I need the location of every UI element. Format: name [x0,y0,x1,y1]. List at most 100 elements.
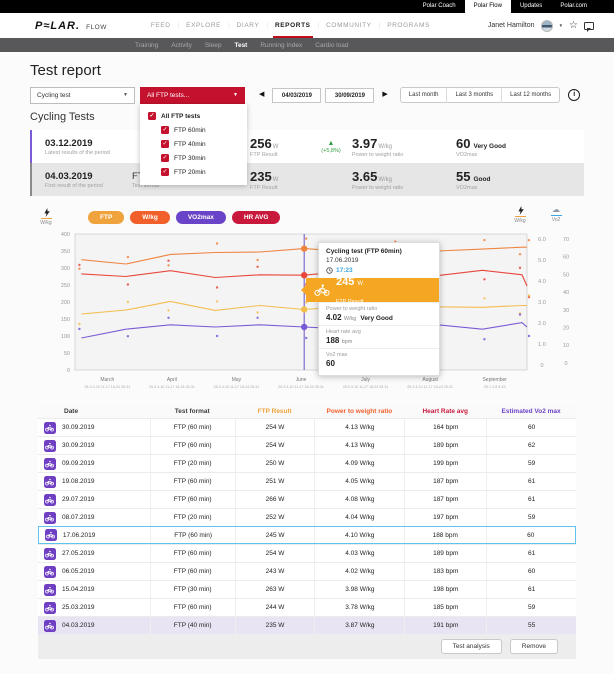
axis-tick: 60 [563,255,569,261]
nav-item-programs[interactable]: PROGRAMS [383,13,434,38]
cyclist-icon [45,460,54,468]
selected-point-w-kg[interactable] [301,245,307,251]
favorites-star-icon[interactable]: ☆ [569,21,578,31]
checkbox-checked-icon[interactable]: ✓ [148,112,156,120]
nav-item-feed[interactable]: FEED [147,13,175,38]
avatar[interactable] [541,20,553,32]
row-test-format: FTP (60 min) [150,437,235,454]
dropdown-option-ftp-60min[interactable]: ✓FTP 60min [140,123,247,137]
table-row[interactable]: 29.07.2019FTP (60 min)266 W4.08 W/kg187 … [38,490,576,508]
scatter-point-vo2max [519,313,521,315]
subnav-item-running-index[interactable]: Running Index [260,42,302,49]
quick-range-last-12-months[interactable]: Last 12 months [501,88,559,103]
checkbox-checked-icon[interactable]: ✓ [161,168,169,176]
topbar-tab-updates[interactable]: Updates [511,0,551,13]
checkbox-checked-icon[interactable]: ✓ [161,140,169,148]
scatter-point-hr-avg [216,286,218,288]
checkbox-checked-icon[interactable]: ✓ [161,126,169,134]
subnav-item-sleep[interactable]: Sleep [205,42,222,49]
prev-period-button[interactable]: ◀ [253,87,270,103]
legend-pill-vo2max[interactable]: VO2max [176,211,226,224]
row-estimated-vo2: 59 [486,509,576,526]
scatter-point-vo2max [127,335,129,337]
nav-item-reports[interactable]: REPORTS [271,13,315,38]
topbar-tab-polar-coach[interactable]: Polar Coach [414,0,465,13]
row-heart-rate-avg: 199 bpm [404,455,486,472]
test-type-select[interactable]: All FTP tests... ▼ [140,87,245,104]
table-row[interactable]: 08.07.2019FTP (20 min)252 W4.04 W/kg197 … [38,508,576,526]
legend-pill-w-kg[interactable]: W/kg [130,211,170,224]
axis-tick: 40 [563,290,569,296]
axis-tick: 20 [563,326,569,332]
quick-range-group: Last monthLast 3 monthsLast 12 months [400,87,560,103]
plot-area[interactable] [75,234,527,370]
quick-range-last-3-months[interactable]: Last 3 months [446,88,501,103]
nav-item-community[interactable]: COMMUNITY [322,13,375,38]
nav-item-diary[interactable]: DIARY [233,13,264,38]
cycling-sport-icon [44,584,56,596]
table-row[interactable]: 30.09.2019FTP (60 min)254 W4.13 W/kg189 … [38,436,576,454]
row-sport-cell [38,473,62,490]
cycling-sport-icon [44,458,56,470]
feedback-chat-icon[interactable] [584,22,594,30]
sport-select[interactable]: Cycling test ▼ [30,87,135,104]
polar-logo[interactable]: P≈LAR.FLOW [35,20,107,32]
row-ftp-result: 235 W [235,617,315,634]
cycling-sport-icon [44,620,56,632]
axis-tick: April [167,377,177,383]
test-analysis-button[interactable]: Test analysis [441,639,502,654]
topbar-tab-polar-flow[interactable]: Polar Flow [465,0,511,13]
user-menu-caret-icon[interactable]: ▼ [559,23,563,28]
info-button[interactable]: i [568,89,580,101]
subnav-item-cardio-load[interactable]: Cardio load [315,42,348,49]
nav-item-explore[interactable]: EXPLORE [182,13,225,38]
date-from-input[interactable]: 04/03/2019 [272,88,321,103]
table-row[interactable]: 09.09.2019FTP (20 min)250 W4.09 W/kg199 … [38,454,576,472]
row-estimated-vo2: 61 [486,491,576,508]
next-period-button[interactable]: ▶ [376,87,393,103]
table-row[interactable]: 19.08.2019FTP (60 min)251 W4.05 W/kg187 … [38,472,576,490]
checkbox-checked-icon[interactable]: ✓ [161,154,169,162]
summary-wkg: 3.97 [352,136,377,151]
summary-ftp: 256 [250,136,272,151]
axis-tick: 0 [564,361,567,367]
dropdown-option-ftp-30min[interactable]: ✓FTP 30min [140,151,247,165]
table-row[interactable]: 27.05.2019FTP (60 min)254 W4.03 W/kg189 … [38,544,576,562]
row-power-to-weight: 4.03 W/kg [314,545,404,562]
row-test-format: FTP (30 min) [150,581,235,598]
legend-pill-ftp[interactable]: FTP [88,211,124,224]
axis-tick: 25-3 4-10 11-17 18-24 25-31 [84,385,130,389]
table-row[interactable]: 15.04.2019FTP (30 min)263 W3.98 W/kg198 … [38,580,576,598]
subnav-item-activity[interactable]: Activity [171,42,192,49]
table-row[interactable]: 06.05.2019FTP (60 min)243 W4.02 W/kg183 … [38,562,576,580]
cloud-icon: ☁ [552,206,560,214]
topbar-tab-polar-com[interactable]: Polar.com [551,0,596,13]
dropdown-option-ftp-20min[interactable]: ✓FTP 20min [140,165,247,179]
chart-tooltip: Cycling test (FTP 60min) 17.06.2019 17:2… [318,242,440,376]
cycling-sport-icon [44,566,56,578]
subnav-item-test[interactable]: Test [234,42,247,49]
axis-tick: July [361,377,370,383]
table-row[interactable]: 30.09.2019FTP (60 min)254 W4.13 W/kg164 … [38,418,576,436]
row-estimated-vo2: 61 [486,581,576,598]
quick-range-last-month[interactable]: Last month [401,88,447,103]
table-row[interactable]: 17.06.2019FTP (60 min)245 W4.10 W/kg188 … [38,526,576,544]
dropdown-option-ftp-40min[interactable]: ✓FTP 40min [140,137,247,151]
table-row[interactable]: 04.03.2019FTP (40 min)235 W3.87 W/kg191 … [38,616,576,634]
legend-pill-hr-avg[interactable]: HR AVG [232,211,281,224]
user-name[interactable]: Janet Hamilton [488,22,535,29]
selected-point-vo2max[interactable] [301,324,307,330]
dropdown-option-all-ftp-tests[interactable]: ✓All FTP tests [140,109,247,123]
row-power-to-weight: 4.05 W/kg [314,473,404,490]
lightning-bolt-icon [43,208,50,217]
row-estimated-vo2: 62 [486,437,576,454]
row-estimated-vo2: 60 [486,563,576,580]
remove-button[interactable]: Remove [510,639,558,654]
table-row[interactable]: 25.03.2019FTP (60 min)244 W3.78 W/kg185 … [38,598,576,616]
selected-point-ftp[interactable] [301,306,307,312]
subnav-item-training[interactable]: Training [135,42,158,49]
row-power-to-weight: 4.10 W/kg [314,527,404,543]
sport-select-value: Cycling test [37,92,71,99]
chart-plot[interactable]: 4003503002502001501005006.05.04.03.02.01… [30,228,584,400]
date-to-input[interactable]: 30/09/2019 [325,88,374,103]
